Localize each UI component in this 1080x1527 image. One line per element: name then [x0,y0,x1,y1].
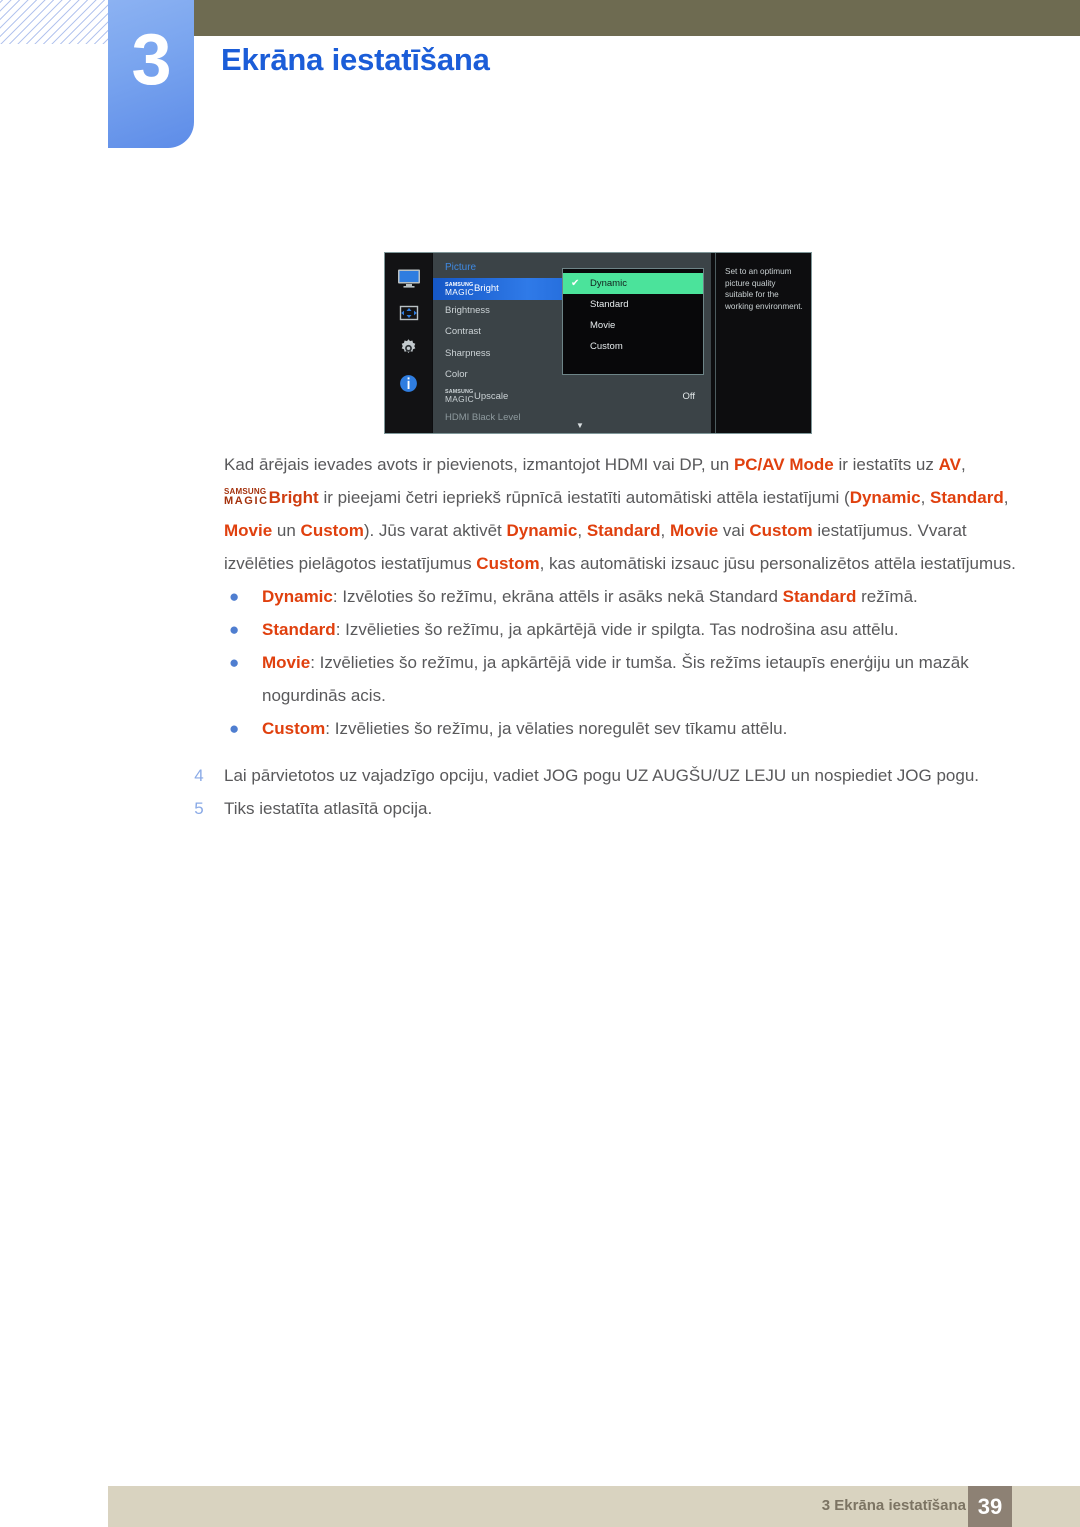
text-run: režīmā. [856,587,918,606]
highlight-custom-3: Custom [476,554,540,573]
text-run: , [960,455,966,474]
step-number: 5 [194,799,204,818]
step-number: 4 [194,766,204,785]
check-icon: ✔ [571,278,580,289]
text-run: Kad ārējais ievades avots ir pievienots,… [224,455,734,474]
step-text: Tiks iestatīta atlasītā opcija. [224,799,433,818]
highlight-standard: Standard [930,488,1004,507]
text-run: , [920,488,931,507]
osd-option-custom[interactable]: Custom [563,336,703,357]
text-run: : Izvēlieties šo režīmu, ja apkārtējā vi… [335,620,899,639]
list-item: ● Dynamic: Izvēloties šo režīmu, ekrāna a… [0,580,1080,613]
osd-option-label: Dynamic [590,278,627,289]
screen-adjust-icon [396,302,422,324]
text-run: , kas automātiski izsauc jūsu personaliz… [539,554,1016,573]
list-item: 4 Lai pārvietotos uz vajadzīgo opciju, va… [0,759,1080,792]
highlight-custom: Custom [300,521,364,540]
osd-item-hdmi-black-level[interactable]: HDMI Black Level [433,407,711,429]
bullet-icon: ● [229,620,240,639]
bullet-lead: Custom [262,719,326,738]
samsung-magic-logo: SAMSUNG MAGIC [445,389,474,405]
page-title: Ekrāna iestatīšana [221,42,490,77]
info-icon [396,372,422,394]
highlight-bright: Bright [268,488,319,507]
osd-option-label: Movie [590,320,616,331]
text-run: ir pieejami četri iepriekš rūpnīcā iesta… [318,488,850,507]
mode-bullet-list: ● Dynamic: Izvēloties šo režīmu, ekrāna a… [0,580,1080,745]
highlight-av: AV [938,455,961,474]
osd-item-label: Color [445,369,468,380]
chapter-tab: 3 [108,0,194,148]
text-run: ir iestatīts uz [833,455,939,474]
procedure-step-list: 4 Lai pārvietotos uz vajadzīgo opciju, va… [0,759,1080,825]
header-olive-bar [192,0,1080,36]
bullet-icon: ● [229,719,240,738]
osd-option-dynamic[interactable]: ✔ Dynamic [563,273,703,294]
osd-item-label: Brightness [445,304,490,316]
gear-icon [396,337,422,359]
list-item: ● Custom: Izvēlieties šo režīmu, ja vēlat… [0,712,1080,745]
osd-item-label: Sharpness [445,347,491,359]
page-body: Kad ārējais ievades avots ir pievienots,… [0,448,1080,825]
highlight-custom-2: Custom [749,521,813,540]
osd-item-value: Off [682,390,696,402]
bullet-icon: ● [229,653,240,672]
osd-icon-sidebar [385,253,432,433]
highlight-dynamic: Dynamic [849,488,921,507]
osd-menu-figure: Picture SAMSUNG MAGIC Bright Brightness … [384,252,812,434]
highlight-movie-2: Movie [669,521,719,540]
monitor-icon [396,267,422,289]
osd-option-label: Custom [590,341,623,352]
bullet-lead: Standard [262,620,336,639]
osd-item-magicupscale[interactable]: SAMSUNG MAGIC Upscale Off [433,386,711,408]
osd-option-movie[interactable]: Movie [563,315,703,336]
footer-chapter-label: 3 Ekrāna iestatīšana [821,1497,966,1514]
text-run: , [1003,488,1009,507]
osd-item-label: Bright [473,283,499,294]
bullet-icon: ● [229,587,240,606]
chapter-number: 3 [131,20,171,100]
page-number-badge: 39 [968,1486,1012,1527]
paragraph-magicbright: SAMSUNG MAGIC Bright ir pieejami četri iep… [0,481,1080,580]
list-item: ● Standard: Izvēlieties šo režīmu, ja apk… [0,613,1080,646]
samsung-magic-logo: SAMSUNG MAGIC [224,487,269,507]
step-text: Lai pārvietotos uz vajadzīgo opciju, vad… [224,766,979,785]
osd-item-label: HDMI Black Level [445,412,521,423]
highlight-dynamic-2: Dynamic [506,521,578,540]
text-run: : Izvēlieties šo režīmu, ja vēlaties nor… [325,719,788,738]
footer-bar: 3 Ekrāna iestatīšana [108,1486,1080,1527]
list-item: 5 Tiks iestatīta atlasītā opcija. [0,792,1080,825]
chevron-down-icon[interactable]: ▼ [576,422,584,430]
osd-option-standard[interactable]: Standard [563,294,703,315]
highlight-pcav-mode: PC/AV Mode [733,455,834,474]
corner-hatch-decoration [0,0,112,44]
bullet-lead: Movie [262,653,311,672]
paragraph-intro: Kad ārējais ievades avots ir pievienots,… [0,448,1080,481]
text-run: : Izvēlieties šo režīmu, ja apkārtējā vi… [262,653,969,705]
text-run: : Izvēloties šo režīmu, ekrāna attēls ir… [332,587,783,606]
text-run: , [660,521,670,540]
text-run: , [577,521,587,540]
highlight-standard-2: Standard [586,521,661,540]
osd-magicbright-dropdown: ✔ Dynamic Standard Movie Custom [562,268,704,375]
highlight-movie: Movie [224,521,273,540]
osd-help-text: Set to an optimum picture quality suitab… [715,253,811,433]
osd-item-label: Contrast [445,326,481,337]
text-run: ). Jūs varat aktivēt [363,521,507,540]
osd-option-label: Standard [590,299,629,310]
text-run: vai [718,521,750,540]
samsung-magic-logo: SAMSUNG MAGIC [445,281,474,297]
text-run: un [272,521,301,540]
osd-item-label: Upscale [473,390,509,402]
bullet-lead: Dynamic [262,587,333,606]
list-item: ● Movie: Izvēlieties šo režīmu, ja apkārt… [0,646,1080,712]
highlight-standard: Standard [782,587,857,606]
